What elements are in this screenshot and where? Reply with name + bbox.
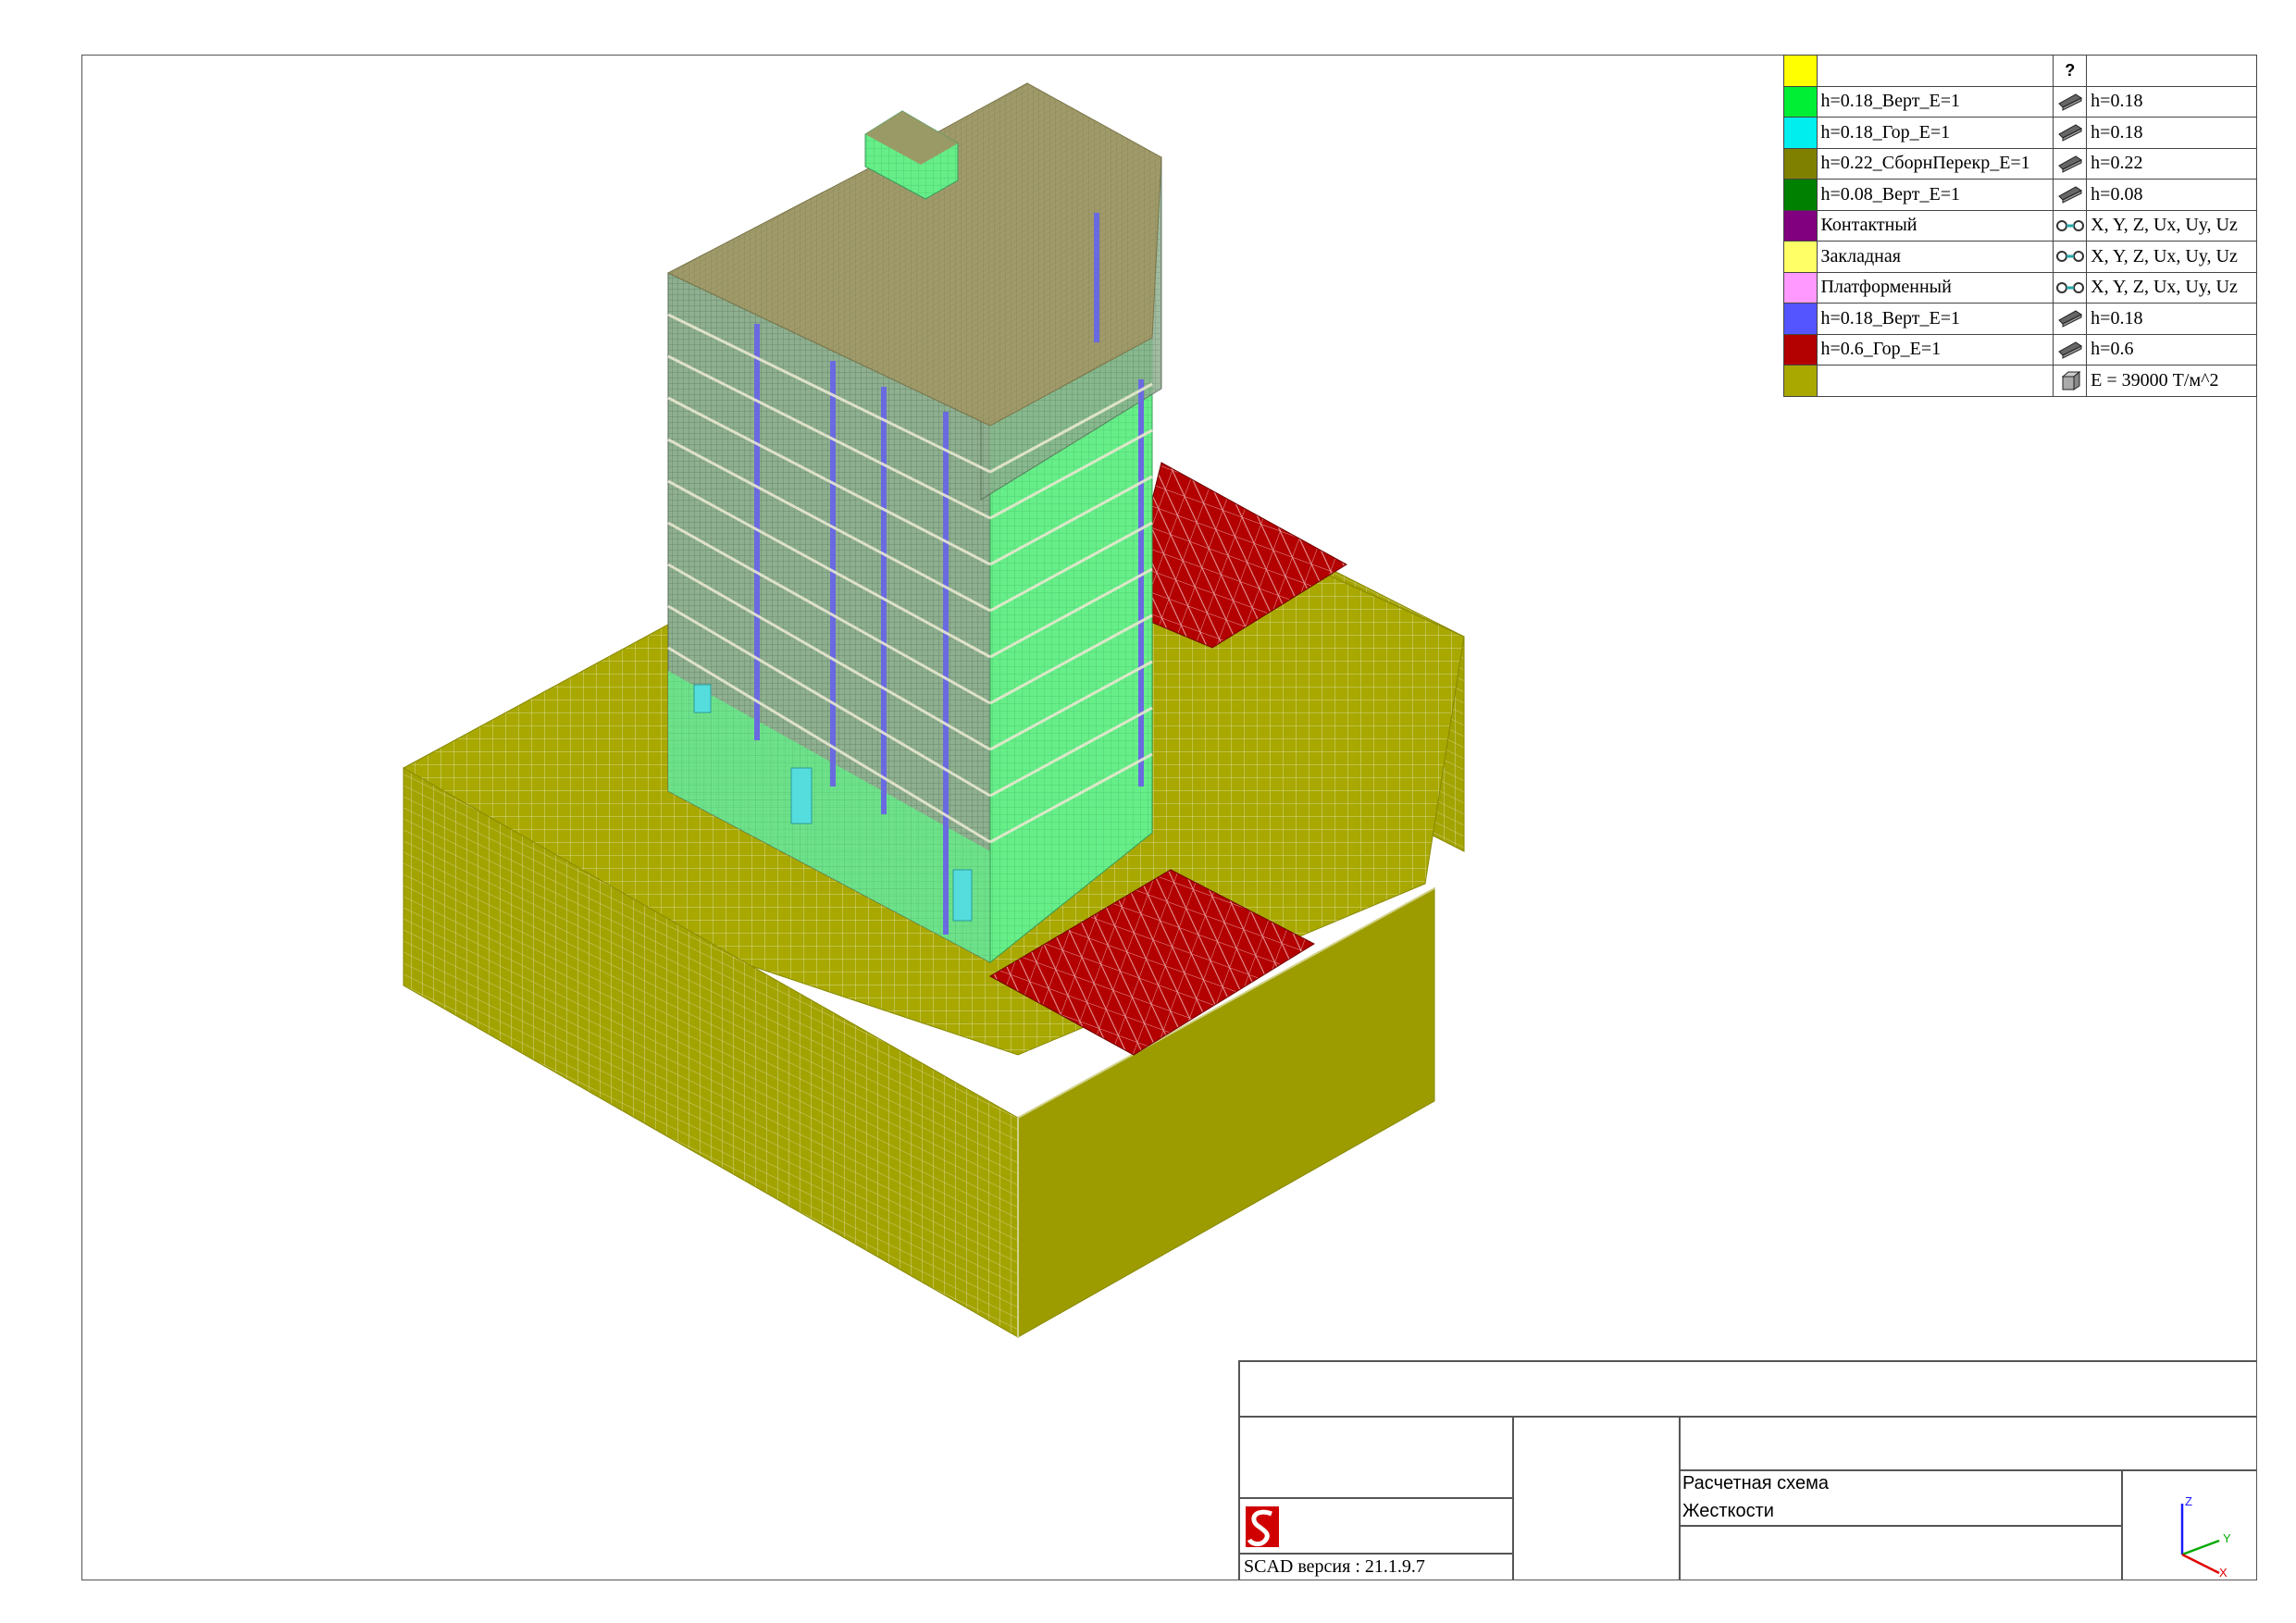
legend-row: h=0.18_Верт_E=1 h=0.18 [1783,85,2257,118]
legend-row: h=0.22_СборнПерекр_E=1 h=0.22 [1783,147,2257,180]
plate-icon [2053,147,2088,180]
axis-z-label: Z [2185,1494,2192,1508]
legend-type-name [1816,365,2054,397]
legend-type-name: h=0.6_Гор_E=1 [1816,333,2054,365]
legend-color-swatch [1783,209,1818,242]
axis-x-label: X [2219,1566,2228,1578]
legend-row: E = 39000 Т/м^2 [1783,365,2257,397]
legend-color-swatch [1783,303,1818,335]
plate-icon [2053,303,2088,335]
version-label: SCAD версия : 21.1.9.7 [1244,1556,1425,1577]
legend-color-swatch [1783,117,1818,149]
legend-type-name: h=0.18_Гор_E=1 [1816,117,2054,149]
legend-row: Контактный X, Y, Z, Ux, Uy, Uz [1783,209,2257,242]
title-block: SCAD версия : 21.1.9.7 Расчетная схема Ж… [1238,1360,2257,1580]
legend-row: h=0.18_Гор_E=1 h=0.18 [1783,117,2257,149]
axis-y-label: Y [2223,1531,2231,1545]
legend-type-property: h=0.6 [2086,333,2257,365]
legend-row: h=0.18_Верт_E=1 h=0.18 [1783,303,2257,335]
legend-type-name: h=0.18_Верт_E=1 [1816,303,2054,335]
legend-header-swatch [1783,55,1818,87]
legend-type-property: X, Y, Z, Ux, Uy, Uz [2086,209,2257,242]
scad-logo-icon [1246,1506,1279,1547]
legend-row: Платформенный X, Y, Z, Ux, Uy, Uz [1783,271,2257,304]
plate-icon [2053,117,2088,149]
legend-header-row: ? [1783,55,2257,87]
legend-color-swatch [1783,179,1818,211]
axis-triad-icon[interactable]: Z Y X [2164,1485,2247,1578]
legend-row: h=0.08_Верт_E=1 h=0.08 [1783,179,2257,211]
link-icon [2053,241,2088,273]
legend-type-name: h=0.22_СборнПерекр_E=1 [1816,147,2054,180]
legend-color-swatch [1783,271,1818,304]
legend-header-mark: ? [2053,55,2088,87]
plate-icon [2053,333,2088,365]
plate-icon [2053,85,2088,118]
legend-color-swatch [1783,241,1818,273]
plate-icon [2053,179,2088,211]
legend-type-property: E = 39000 Т/м^2 [2086,365,2257,397]
legend-type-name: Платформенный [1816,271,2054,304]
legend-type-name: Закладная [1816,241,2054,273]
link-icon [2053,271,2088,304]
legend-type-property: h=0.18 [2086,85,2257,118]
legend-type-name: h=0.18_Верт_E=1 [1816,85,2054,118]
legend-type-property: X, Y, Z, Ux, Uy, Uz [2086,271,2257,304]
scheme-label: Расчетная схема [1682,1473,1829,1493]
legend-row: h=0.6_Гор_E=1 h=0.6 [1783,333,2257,365]
link-icon [2053,209,2088,242]
legend-type-property: h=0.08 [2086,179,2257,211]
stiffness-legend: ? h=0.18_Верт_E=1 h=0.18 h=0.18_Гор_E=1 h=0… [1783,55,2257,397]
legend-color-swatch [1783,85,1818,118]
legend-type-property: h=0.18 [2086,117,2257,149]
legend-header-name [1816,55,2054,87]
legend-type-property: h=0.18 [2086,303,2257,335]
legend-color-swatch [1783,333,1818,365]
legend-color-swatch [1783,365,1818,397]
legend-color-swatch [1783,147,1818,180]
mode-label: Жесткости [1682,1501,1774,1521]
legend-type-name: h=0.08_Верт_E=1 [1816,179,2054,211]
legend-type-name: Контактный [1816,209,2054,242]
solid-icon [2053,365,2088,397]
legend-header-prop [2086,55,2257,87]
building-model [666,82,1162,964]
legend-row: Закладная X, Y, Z, Ux, Uy, Uz [1783,241,2257,273]
legend-type-property: h=0.22 [2086,147,2257,180]
legend-type-property: X, Y, Z, Ux, Uy, Uz [2086,241,2257,273]
